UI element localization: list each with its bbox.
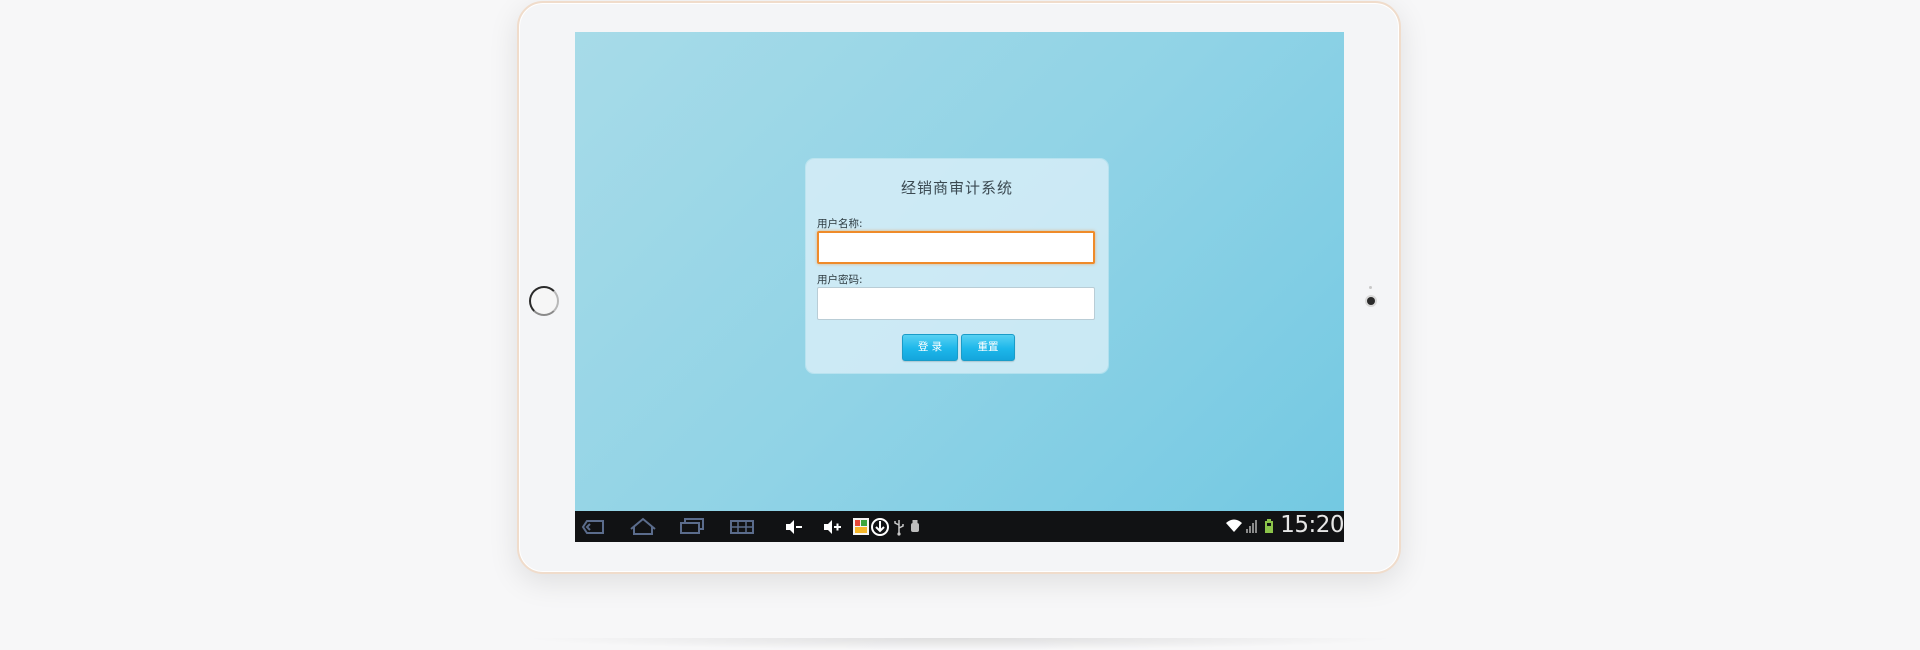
signal-icon <box>1246 520 1257 533</box>
login-button[interactable]: 登 录 <box>902 334 958 361</box>
debug-icon <box>911 520 919 532</box>
back-icon[interactable] <box>581 511 607 542</box>
username-input[interactable] <box>817 231 1095 264</box>
gallery-notification-icon[interactable] <box>852 511 870 542</box>
password-label: 用户密码: <box>817 274 863 286</box>
screenshot-icon[interactable] <box>729 511 755 542</box>
home-icon[interactable] <box>629 511 657 542</box>
sensor-dot <box>1369 286 1372 289</box>
home-button[interactable] <box>529 286 559 316</box>
wifi-icon <box>1226 519 1242 532</box>
password-input[interactable] <box>817 287 1095 320</box>
shadow <box>520 638 1400 650</box>
recent-apps-icon[interactable] <box>679 511 705 542</box>
login-title: 经销商审计系统 <box>900 179 1013 197</box>
download-notification-icon[interactable] <box>870 511 890 542</box>
page: 经销商审计系统 用户名称: 用户密码: 登 录 重置 15:20 <box>0 0 1920 650</box>
username-label: 用户名称: <box>817 218 863 230</box>
tablet-screen: 经销商审计系统 用户名称: 用户密码: 登 录 重置 15:20 <box>575 32 1344 542</box>
usb-icon <box>894 520 904 536</box>
login-panel: 经销商审计系统 用户名称: 用户密码: 登 录 重置 <box>806 159 1108 373</box>
volume-down-icon[interactable] <box>783 511 803 542</box>
volume-up-icon[interactable] <box>821 511 843 542</box>
system-bar: 15:20 <box>575 511 1344 542</box>
battery-icon <box>1265 519 1273 533</box>
camera-icon <box>1367 297 1375 305</box>
reset-button[interactable]: 重置 <box>961 334 1015 361</box>
clock: 15:20 <box>1280 512 1344 538</box>
